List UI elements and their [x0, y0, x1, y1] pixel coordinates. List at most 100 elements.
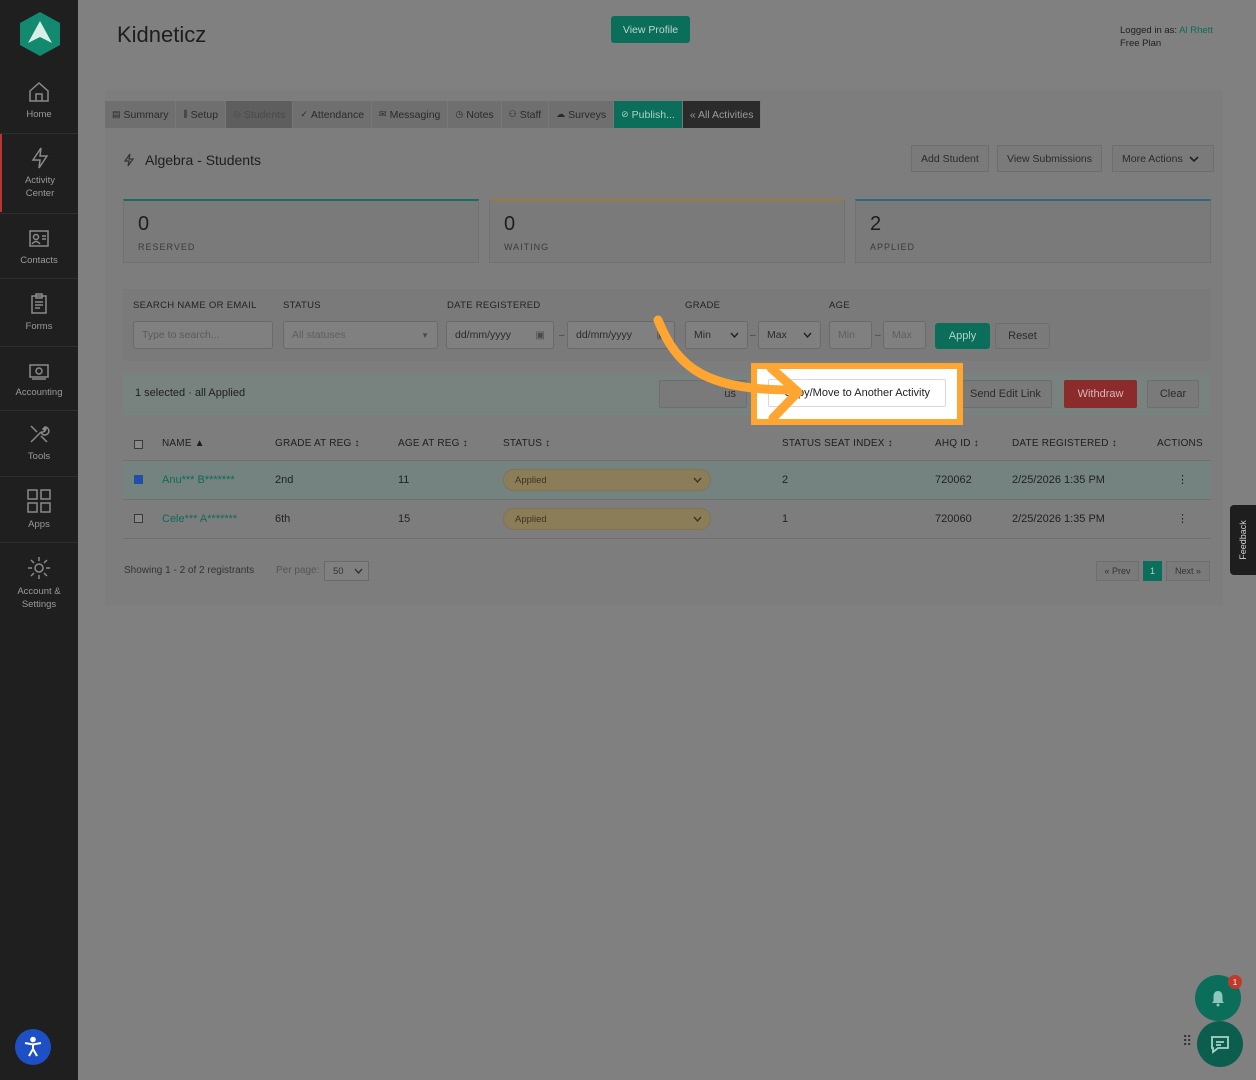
age-label: AGE: [829, 300, 850, 311]
sidebar-item-accounting[interactable]: Accounting: [0, 360, 78, 399]
tab-summary[interactable]: ▤ Summary: [105, 101, 177, 128]
tab-setup[interactable]: ⫼ Setup: [176, 101, 227, 128]
table-row[interactable]: Cele*** A******* 6th 15 Applied 1 720060…: [123, 500, 1211, 538]
tab-messaging[interactable]: ✉ Messaging: [372, 101, 449, 128]
row-checkbox[interactable]: [134, 514, 143, 523]
student-name-link[interactable]: Anu*** B*******: [162, 474, 235, 486]
check-icon: ✓: [300, 109, 308, 119]
chat-button[interactable]: [1197, 1021, 1243, 1067]
accessibility-button[interactable]: [15, 1029, 51, 1065]
age-max-input[interactable]: Max: [883, 321, 926, 349]
chevron-down-icon: [693, 477, 702, 483]
col-seat-index-header[interactable]: STATUS SEAT INDEX ↕: [782, 438, 893, 449]
ahq-id-cell: 720062: [935, 474, 972, 486]
tab-label: « All Activities: [689, 108, 754, 121]
divider: [0, 278, 78, 279]
age-cell: 11: [398, 474, 410, 486]
sidebar-item-label: Contacts: [20, 255, 58, 266]
status-filter-label: STATUS: [283, 300, 321, 311]
date-registered-label: DATE REGISTERED: [447, 300, 541, 311]
app-logo-icon[interactable]: [19, 11, 61, 57]
seat-index-cell: 2: [782, 474, 789, 486]
stat-value: 0: [138, 213, 150, 235]
caret-down-icon: ▼: [421, 330, 429, 340]
sidebar-item-tools[interactable]: Tools: [0, 422, 78, 463]
more-actions-button[interactable]: More Actions: [1112, 145, 1214, 172]
per-page-select[interactable]: 50: [324, 561, 369, 581]
tab-attendance[interactable]: ✓ Attendance: [293, 101, 373, 128]
student-name-link[interactable]: Cele*** A*******: [162, 513, 237, 525]
tab-notes[interactable]: ◷ Notes: [448, 101, 502, 128]
row-actions-menu-icon[interactable]: ⋮: [1177, 473, 1188, 486]
home-icon: [29, 81, 49, 102]
button-label: More Actions: [1122, 152, 1183, 165]
col-grade-header[interactable]: GRADE AT REG ↕: [275, 438, 360, 449]
tab-label: Surveys: [568, 108, 607, 121]
send-edit-link-button[interactable]: Send Edit Link: [959, 380, 1052, 408]
button-label: Clear: [1159, 388, 1187, 400]
tab-publish[interactable]: ⊘ Publish...: [614, 101, 683, 128]
activity-tabs: ▤ Summary ⫼ Setup ◎ Students ✓ Attendance ✉ M…: [105, 101, 762, 128]
chevron-down-icon: [1189, 155, 1199, 162]
view-profile-button[interactable]: View Profile: [611, 16, 690, 43]
select-all-checkbox[interactable]: [134, 440, 143, 449]
tab-students[interactable]: ◎ Students: [226, 101, 294, 128]
main-content: Kidneticz View Profile Logged in as: Al …: [78, 0, 1256, 1080]
sidebar-item-home[interactable]: Home: [0, 80, 78, 121]
calendar-icon: ▣: [535, 329, 545, 341]
col-name-header[interactable]: NAME ▲: [162, 438, 205, 449]
view-submissions-button[interactable]: View Submissions: [997, 145, 1103, 172]
user-name-link[interactable]: Al Rhett: [1179, 25, 1213, 36]
add-student-button[interactable]: Add Student: [911, 145, 989, 172]
sidebar-item-forms[interactable]: Forms: [0, 292, 78, 333]
grade-cell: 6th: [275, 513, 291, 525]
contacts-icon: [29, 230, 49, 247]
status-dropdown[interactable]: Applied: [503, 469, 711, 491]
table-row[interactable]: Anu*** B******* 2nd 11 Applied 2 720062 …: [123, 461, 1211, 499]
sidebar-item-contacts[interactable]: Contacts: [0, 226, 78, 267]
prev-page-button[interactable]: « Prev: [1096, 561, 1139, 581]
status-select[interactable]: All statuses ▼: [283, 321, 438, 349]
reset-filters-button[interactable]: Reset: [995, 323, 1050, 349]
date-from-input[interactable]: dd/mm/yyyy ▣: [446, 321, 554, 349]
col-date-header[interactable]: DATE REGISTERED ↕: [1012, 438, 1117, 449]
apply-filters-button[interactable]: Apply: [935, 323, 990, 349]
col-status-header[interactable]: STATUS ↕: [503, 438, 550, 449]
tab-staff[interactable]: ⚇ Staff: [501, 101, 550, 128]
sidebar-item-apps[interactable]: Apps: [0, 488, 78, 531]
row-actions-menu-icon[interactable]: ⋮: [1177, 512, 1188, 525]
tab-label: Setup: [190, 108, 219, 121]
next-page-button[interactable]: Next »: [1166, 561, 1210, 581]
lightning-icon: [31, 147, 49, 169]
tab-all-activities[interactable]: « All Activities: [682, 101, 762, 128]
tab-surveys[interactable]: ☁ Surveys: [549, 101, 615, 128]
seat-index-cell: 1: [782, 513, 789, 525]
row-checkbox[interactable]: [134, 475, 143, 484]
clear-selection-button[interactable]: Clear: [1147, 380, 1199, 408]
col-age-header[interactable]: AGE AT REG ↕: [398, 438, 468, 449]
bell-icon: [1212, 991, 1224, 1007]
page-1-button[interactable]: 1: [1143, 561, 1162, 581]
students-icon: ◎: [233, 109, 241, 119]
date-cell: 2/25/2026 1:35 PM: [1012, 513, 1105, 525]
section-title: Algebra - Students: [123, 152, 261, 168]
date-to-value: dd/mm/yyyy: [576, 329, 633, 341]
notes-icon: ◷: [455, 109, 464, 119]
age-min-input[interactable]: Min: [829, 321, 872, 349]
search-input[interactable]: Type to search...: [133, 321, 273, 349]
sidebar-item-activity-center[interactable]: Activity Center: [0, 134, 78, 212]
stat-label: WAITING: [504, 242, 550, 252]
col-ahq-id-header[interactable]: AHQ ID ↕: [935, 438, 979, 449]
button-label: Add Student: [921, 152, 979, 165]
status-dropdown[interactable]: Applied: [503, 508, 711, 530]
sidebar-item-label: Accounting: [15, 387, 63, 398]
money-icon: [29, 364, 49, 380]
drag-handle-icon[interactable]: ⠿: [1182, 1034, 1192, 1048]
sidebar-item-account-settings[interactable]: Account & Settings: [0, 555, 78, 611]
ahq-id-cell: 720060: [935, 513, 972, 525]
divider: [0, 410, 78, 411]
stat-reserved: 0 RESERVED: [123, 199, 479, 263]
search-label: SEARCH NAME OR EMAIL: [133, 300, 257, 311]
feedback-tab[interactable]: Feedback: [1230, 505, 1256, 575]
withdraw-button[interactable]: Withdraw: [1064, 380, 1137, 408]
